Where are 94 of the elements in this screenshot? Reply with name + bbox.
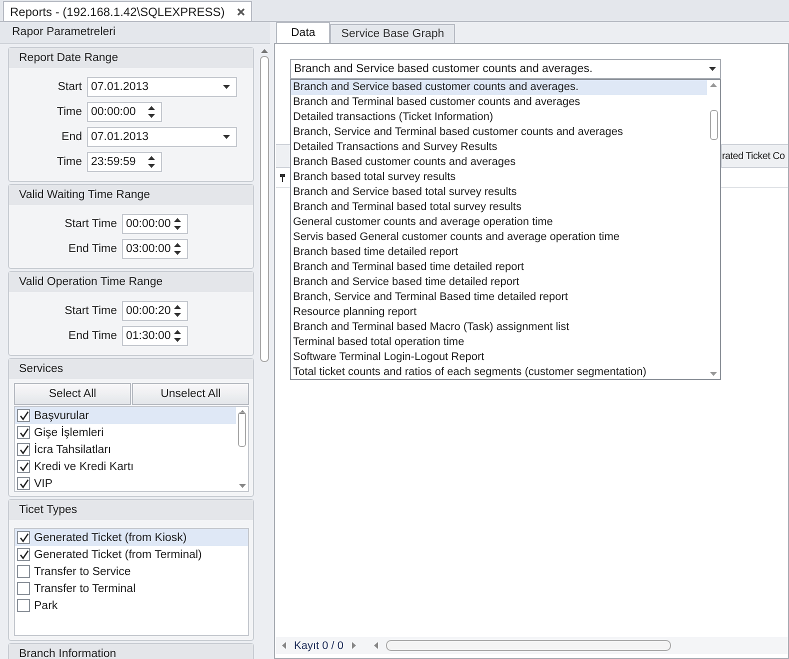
dropdown-arrow-icon[interactable] [709, 67, 716, 71]
group-header: Branch Information [9, 644, 254, 659]
list-item[interactable]: VIP [15, 475, 236, 491]
dropdown-option[interactable]: Branch and Terminal based customer counts and averages [291, 95, 707, 110]
group-header: Ticet Types [9, 500, 254, 520]
list-item[interactable]: Generated Ticket (from Kiosk) [15, 529, 248, 546]
dropdown-option[interactable]: Branch and Terminal based time detailed report [291, 260, 707, 275]
column-header[interactable]: rated Ticket Co [721, 145, 788, 167]
group-header: Valid Waiting Time Range [9, 185, 254, 205]
time-field[interactable]: 23:59:59 [87, 152, 162, 172]
select-button[interactable]: Unselect All [132, 383, 250, 405]
date-field[interactable]: 07.01.2013 [87, 77, 237, 97]
field-label: Start Time [64, 218, 118, 230]
scroll-up-icon[interactable] [238, 410, 246, 414]
spinner-icon[interactable] [148, 105, 155, 119]
spinner-icon[interactable] [174, 329, 181, 343]
select-button[interactable]: Select All [14, 383, 132, 405]
scroll-thumb[interactable] [710, 110, 718, 140]
dropdown-option[interactable]: Software Terminal Login-Logout Report [291, 350, 707, 365]
dropdown-option[interactable]: Branch and Terminal based total survey results [291, 200, 707, 215]
dropdown-option[interactable]: Branch and Service based total survey results [291, 185, 707, 200]
horizontal-scrollbar[interactable] [386, 640, 671, 651]
spinner-icon[interactable] [148, 155, 155, 169]
dropdown-option[interactable]: Branch based total survey results [291, 170, 707, 185]
field-label: End [60, 131, 83, 143]
field-label: Time [56, 106, 83, 118]
scroll-down-icon[interactable] [710, 372, 717, 376]
list-item[interactable]: Generated Ticket (from Terminal) [15, 546, 248, 563]
report-combo-box[interactable]: Branch and Service based customer counts and averages. [290, 59, 721, 79]
dropdown-option[interactable]: Branch and Service based time detailed report [291, 275, 707, 290]
list-item[interactable]: Başvurular [15, 407, 236, 424]
dropdown-option[interactable]: General customer counts and average operation time [291, 215, 707, 230]
scroll-up-icon[interactable] [261, 49, 268, 53]
next-icon[interactable] [352, 642, 356, 649]
time-field[interactable]: 01:30:00 [122, 326, 188, 346]
dropdown-option[interactable]: Branch, Service and Terminal based customer counts and averages [291, 125, 707, 140]
checkbox[interactable] [17, 565, 30, 578]
pin-icon [280, 174, 285, 182]
checkbox[interactable] [17, 409, 30, 422]
tab[interactable]: Service Base Graph [330, 24, 456, 43]
document-tab[interactable]: Reports - (192.168.1.42\SQLEXPRESS) [3, 1, 252, 21]
list-item[interactable]: Kredi ve Kredi Kartı [15, 458, 236, 475]
scroll-thumb[interactable] [260, 56, 270, 362]
spinner-icon[interactable] [174, 304, 181, 318]
dropdown-option[interactable]: Detailed transactions (Ticket Information) [291, 110, 707, 125]
time-field[interactable]: 00:00:00 [87, 102, 162, 122]
group-header: Valid Operation Time Range [9, 272, 254, 292]
previous-icon[interactable] [282, 642, 286, 649]
group-header: Services [9, 359, 254, 379]
dropdown-arrow-icon[interactable] [223, 85, 230, 89]
checkbox[interactable] [17, 599, 30, 612]
field-label: Time [56, 156, 83, 168]
tab[interactable]: Data [276, 22, 330, 43]
list-item[interactable]: İcra Tahsilatları [15, 441, 236, 458]
dropdown-option[interactable]: Branch and Service based customer counts and averages. [291, 80, 707, 95]
dropdown-option[interactable]: Total ticket counts and ratios of each segments (customer segmentation) [291, 365, 707, 380]
dropdown-option[interactable]: Resource planning report [291, 305, 707, 320]
checkbox[interactable] [17, 531, 30, 544]
field-label: End Time [67, 330, 118, 342]
close-icon[interactable] [236, 8, 245, 16]
checkbox[interactable] [17, 426, 30, 439]
checkbox[interactable] [17, 548, 30, 561]
scroll-left-icon[interactable] [374, 642, 378, 649]
dropdown-option[interactable]: Branch and Terminal based Macro (Task) assignment list [291, 320, 707, 335]
dropdown-option[interactable]: Branch, Service and Terminal Based time detailed report [291, 290, 707, 305]
field-label: Start Time [64, 305, 118, 317]
time-field[interactable]: 03:00:00 [122, 239, 188, 259]
time-field[interactable]: 00:00:20 [122, 301, 188, 321]
dropdown-option[interactable]: Branch Based customer counts and averages [291, 155, 707, 170]
spinner-icon[interactable] [174, 242, 181, 256]
scroll-down-icon[interactable] [238, 484, 246, 488]
checkbox[interactable] [17, 582, 30, 595]
dropdown-option[interactable]: Servis based General customer counts and average operation time [291, 230, 707, 245]
dropdown-option[interactable]: Detailed Transactions and Survey Results [291, 140, 707, 155]
record-counter: Kayıt 0 / 0 [294, 640, 344, 652]
field-label: Start [56, 81, 83, 93]
scroll-up-icon[interactable] [710, 83, 717, 87]
dropdown-option[interactable]: Branch based time detailed report [291, 245, 707, 260]
checkbox[interactable] [17, 443, 30, 456]
dropdown-option[interactable]: Terminal based total operation time [291, 335, 707, 350]
list-item[interactable]: Transfer to Terminal [15, 580, 248, 597]
list-item[interactable]: Gişe İşlemleri [15, 424, 236, 441]
list-item[interactable]: Park [15, 597, 248, 614]
checkbox[interactable] [17, 460, 30, 473]
spinner-icon[interactable] [174, 217, 181, 231]
date-field[interactable]: 07.01.2013 [87, 127, 237, 147]
field-label: End Time [67, 243, 118, 255]
scroll-thumb[interactable] [238, 412, 246, 446]
group-header: Report Date Range [9, 48, 254, 68]
panel-title: Rapor Parametreleri [0, 22, 270, 44]
checkbox[interactable] [17, 477, 30, 490]
time-field[interactable]: 00:00:00 [122, 214, 188, 234]
dropdown-arrow-icon[interactable] [223, 135, 230, 139]
list-item[interactable]: Transfer to Service [15, 563, 248, 580]
